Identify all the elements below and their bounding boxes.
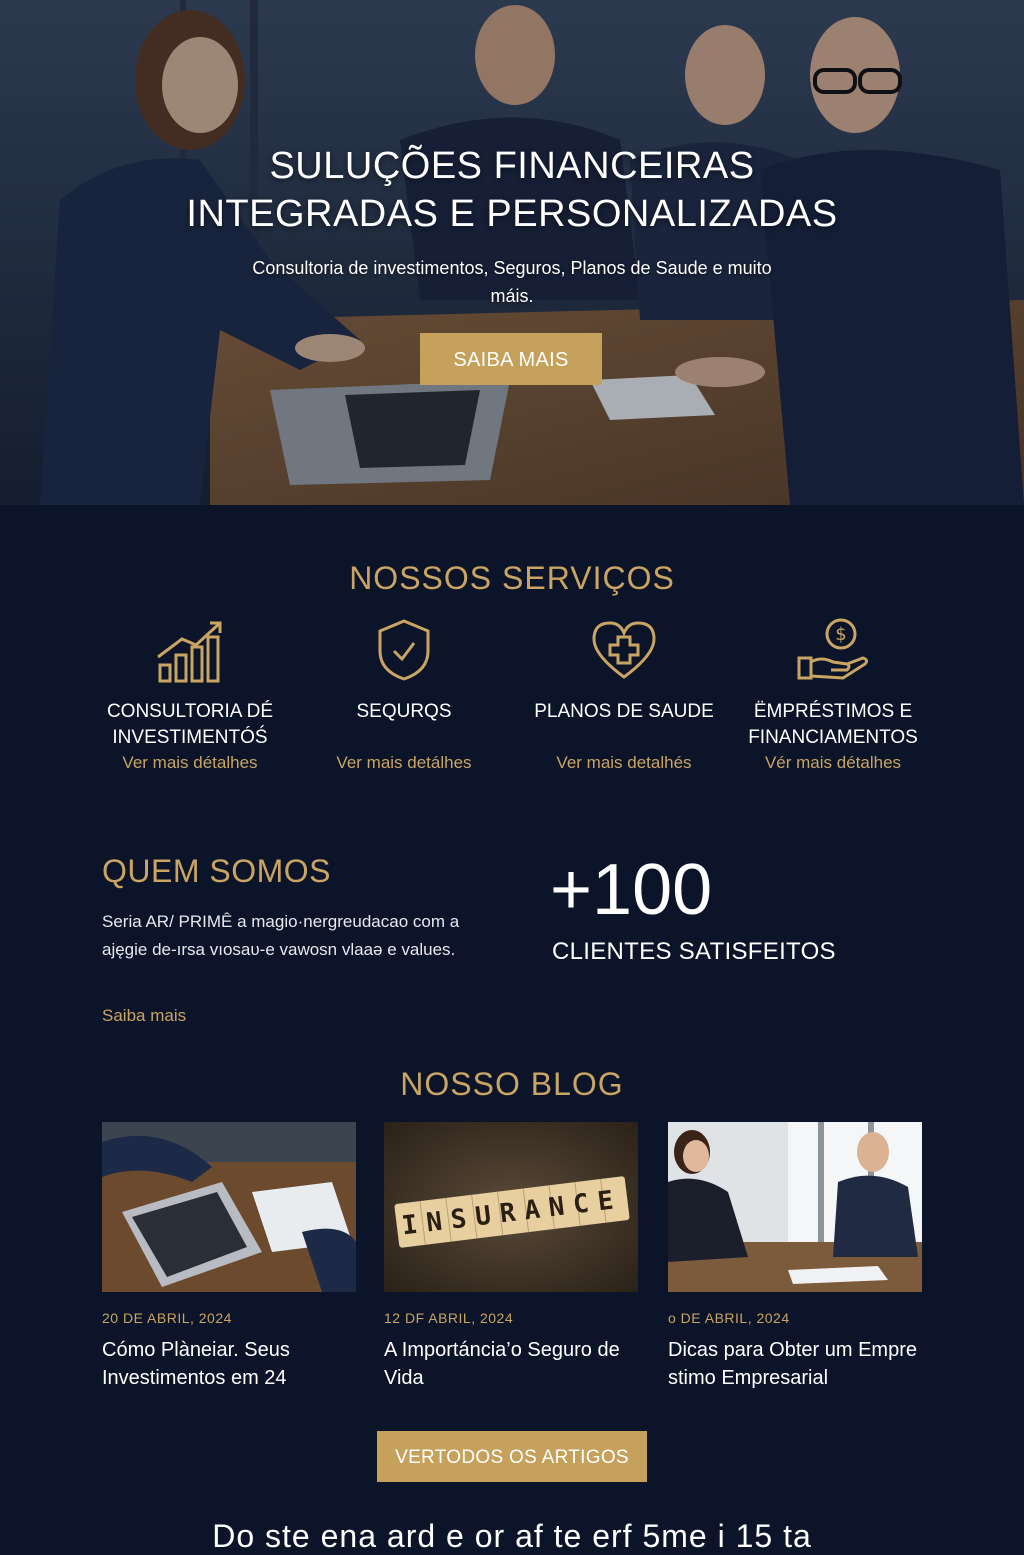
view-all-articles-button[interactable]: VERTODOS OS ARTIGOS xyxy=(377,1431,647,1482)
service-card-planos-saude: PLANOS DE SAUDE Ver mais detalhés xyxy=(514,615,734,773)
blog-card[interactable]: o DE ABRIL, 2024 Dicas para Obter um Emp… xyxy=(668,1122,922,1392)
service-name: SEQURQS xyxy=(356,701,452,722)
blog-card[interactable]: 20 DE ABRIL, 2024 Cómo Plàneiar. Seus In… xyxy=(102,1122,356,1392)
hero-title-line2: INTEGRADAS E PERSONALIZADAS xyxy=(186,193,838,235)
stat-value: +100 xyxy=(550,850,713,930)
svg-text:$: $ xyxy=(835,624,846,645)
bar-chart-growth-icon xyxy=(80,615,300,685)
blog-card[interactable]: INSURANCE 12 DF ABRIL, 2024 A Importánci… xyxy=(384,1122,638,1392)
service-name: CONSULTORIA DÉ INVESTIMENTÓŚ xyxy=(106,701,274,748)
blog-post-title: Dicas para Obter um Empre stimo Empresar… xyxy=(668,1339,917,1389)
blog-date: 20 DE ABRIL, 2024 xyxy=(102,1310,232,1326)
blog-image-laptop xyxy=(102,1122,356,1292)
hero-overlay xyxy=(0,0,1024,505)
blog-post-title: Cómo Plàneiar. Seus Investimentos em 24 xyxy=(102,1339,290,1389)
blog-post-title: A Importáncia’o Seguro de Vida xyxy=(384,1339,620,1389)
about-title: QUEM SOMOS xyxy=(102,853,332,889)
hero-title: SULUÇÕES FINANCEIRAS INTEGRADAS E PERSON… xyxy=(0,142,1024,238)
blog-image-meeting xyxy=(668,1122,922,1292)
service-details-link[interactable]: Vér mais détalhes xyxy=(723,753,943,773)
stat-label: CLIENTES SATISFEITOS xyxy=(552,938,836,965)
hand-coin-icon: $ xyxy=(723,615,943,685)
hero-title-line1: SULUÇÕES FINANCEIRAS xyxy=(269,145,755,187)
service-name: ËMPRÉSTIMOS E FINANCIAMENTOS xyxy=(748,701,918,748)
blog-date: 12 DF ABRIL, 2024 xyxy=(384,1310,514,1326)
service-name: PLANOS DE SAUDE xyxy=(534,701,714,722)
about-saiba-mais-link[interactable]: Saiba mais xyxy=(102,1006,186,1026)
blog-title: NOSSO BLOG xyxy=(400,1066,624,1102)
service-details-link[interactable]: Ver mais detalhés xyxy=(514,753,734,773)
blog-image-insurance: INSURANCE xyxy=(384,1122,638,1292)
blog-date: o DE ABRIL, 2024 xyxy=(668,1310,790,1326)
footer-partial-text: Do ste ena ard e or af te erf 5me i 15 t… xyxy=(212,1518,812,1554)
hero-subtitle: Consultoria de investimentos, Seguros, P… xyxy=(252,258,772,306)
heart-plus-icon xyxy=(514,615,734,685)
service-details-link[interactable]: Ver mais detálhes xyxy=(294,753,514,773)
service-card-emprestimos: $ ËMPRÉSTIMOS E FINANCIAMENTOS Vér mais … xyxy=(723,615,943,773)
service-card-seguros: SEQURQS Ver mais detálhes xyxy=(294,615,514,773)
hero-saiba-mais-button[interactable]: SAIBA MAIS xyxy=(420,333,602,385)
about-text: Seria AR/ PRIMÊ a magio·nergreudacao com… xyxy=(102,912,460,959)
shield-check-icon xyxy=(294,615,514,685)
hero-section: SULUÇÕES FINANCEIRAS INTEGRADAS E PERSON… xyxy=(0,0,1024,505)
service-card-investimentos: CONSULTORIA DÉ INVESTIMENTÓŚ Ver mais dé… xyxy=(80,615,300,773)
service-details-link[interactable]: Ver mais détalhes xyxy=(80,753,300,773)
services-title: NOSSOS SERVIÇOS xyxy=(349,560,675,596)
